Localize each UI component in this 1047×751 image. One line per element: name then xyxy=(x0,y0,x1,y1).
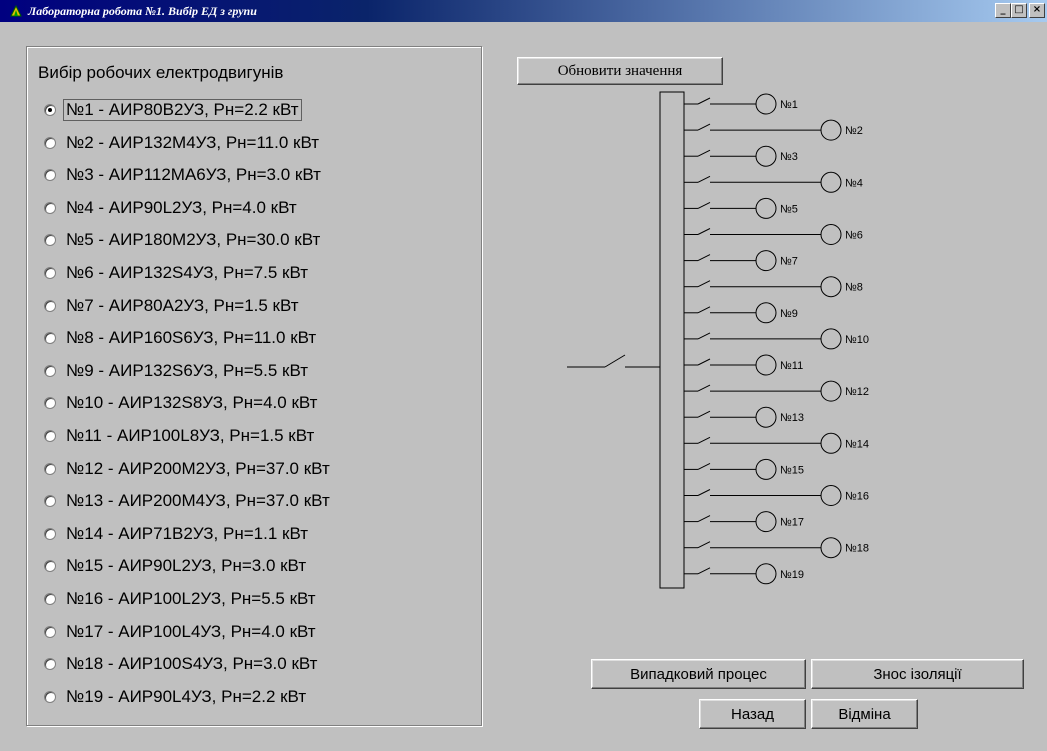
branch-switch xyxy=(697,515,711,523)
motor-branch: №4 xyxy=(684,171,863,193)
motor-symbol xyxy=(820,485,842,506)
motor-branch: №8 xyxy=(684,276,863,298)
motor-number-label: №7 xyxy=(780,256,798,268)
motor-branch: №10 xyxy=(684,328,869,350)
motor-symbol xyxy=(755,302,777,324)
branch-switch xyxy=(697,306,711,314)
motor-symbol xyxy=(820,171,842,193)
motor-branch: №17 xyxy=(684,511,804,533)
motor-branch: №3 xyxy=(684,145,798,167)
motor-number-label: №15 xyxy=(780,464,804,476)
motor-number-label: №5 xyxy=(780,203,798,215)
branch-switch xyxy=(697,384,711,392)
motor-symbol xyxy=(820,224,842,245)
branch-switch xyxy=(697,123,711,131)
branch-switch xyxy=(697,149,711,157)
motor-number-label: №10 xyxy=(845,334,869,346)
motor-number-label: №14 xyxy=(845,438,869,450)
motor-branch: №11 xyxy=(684,354,803,376)
branch-switch xyxy=(697,567,711,575)
motor-symbol xyxy=(755,406,777,428)
motor-branch: №6 xyxy=(684,224,863,245)
branch-switch xyxy=(697,332,711,340)
motor-number-label: №4 xyxy=(845,177,863,189)
motor-number-label: №17 xyxy=(780,517,804,529)
motor-number-label: №19 xyxy=(780,569,804,581)
motor-symbol xyxy=(820,328,842,350)
motor-symbol xyxy=(820,276,842,298)
motor-branch: №19 xyxy=(684,563,804,585)
motor-symbol xyxy=(820,432,842,454)
branch-switch xyxy=(697,462,711,470)
motor-symbol xyxy=(755,197,777,219)
motor-symbol xyxy=(755,93,777,115)
motor-number-label: №1 xyxy=(780,99,798,111)
motor-symbol xyxy=(755,250,777,272)
branch-switch xyxy=(697,436,711,444)
motor-symbol xyxy=(820,380,842,402)
motor-symbol xyxy=(820,119,842,141)
motor-symbol xyxy=(820,537,842,559)
motor-number-label: №3 xyxy=(780,151,798,163)
motor-connection-schematic: №1 №2 №3 №4 №5 №6 №7 №8 №9 №10 №11 №12 №13 №14 №15 №16 №… xyxy=(567,91,869,589)
motor-number-label: №9 xyxy=(780,308,798,320)
motor-number-label: №6 xyxy=(845,230,863,242)
motor-branch: №9 xyxy=(684,302,798,324)
motor-number-label: №18 xyxy=(845,543,869,555)
motor-branch: №14 xyxy=(684,432,869,454)
branch-switch xyxy=(697,541,711,549)
motor-branch: №13 xyxy=(684,406,804,428)
motor-number-label: №8 xyxy=(845,282,863,294)
branch-switch xyxy=(697,254,711,262)
motor-branch: №5 xyxy=(684,197,798,219)
motor-number-label: №13 xyxy=(780,412,804,424)
motor-branch: №2 xyxy=(684,119,863,141)
branch-switch xyxy=(697,358,711,366)
motor-number-label: №16 xyxy=(845,491,869,503)
busbar xyxy=(659,91,685,589)
branch-switch xyxy=(697,410,711,418)
branch-switch xyxy=(697,97,711,105)
motor-number-label: №11 xyxy=(780,360,803,372)
motor-symbol xyxy=(755,145,777,167)
branch-switch xyxy=(697,228,711,235)
motor-branch: №15 xyxy=(684,458,804,480)
branch-switch xyxy=(697,201,711,209)
branch-switch xyxy=(697,489,711,496)
motor-branch: №7 xyxy=(684,250,798,272)
main-switch-blade xyxy=(604,354,626,368)
motor-symbol xyxy=(755,458,777,480)
motor-branch: №18 xyxy=(684,537,869,559)
motor-number-label: №12 xyxy=(845,386,869,398)
motor-symbol xyxy=(755,354,777,376)
motor-branch: №16 xyxy=(684,485,869,506)
branch-switch xyxy=(697,280,711,288)
motor-symbol xyxy=(755,511,777,533)
motor-number-label: №2 xyxy=(845,125,863,137)
motor-branch: №12 xyxy=(684,380,869,402)
motor-branch: №1 xyxy=(684,93,798,115)
branch-switch xyxy=(697,175,711,183)
motor-symbol xyxy=(755,563,777,585)
